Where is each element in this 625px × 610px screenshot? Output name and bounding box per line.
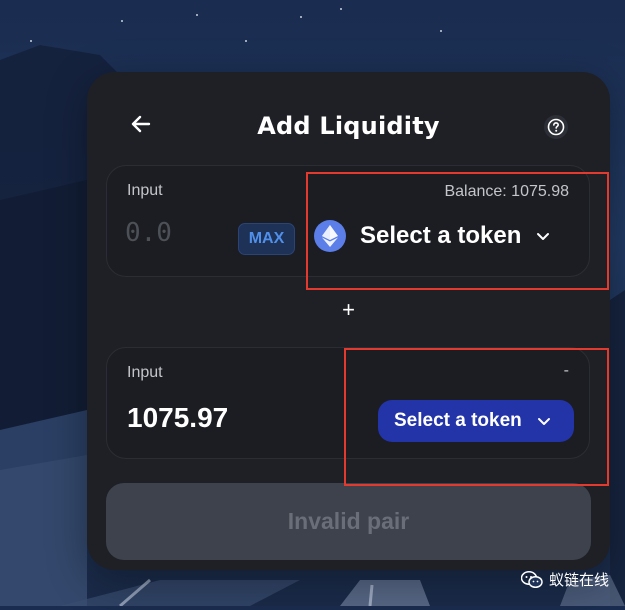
- token-select-label: Select a token: [394, 410, 522, 431]
- input-label: Input: [127, 182, 163, 199]
- max-button[interactable]: MAX: [238, 223, 295, 255]
- chevron-down-icon: [537, 418, 550, 425]
- chevron-down-icon: [537, 233, 550, 240]
- token-select-button[interactable]: Select a token: [314, 217, 551, 255]
- watermark: 蚁链在线: [520, 569, 609, 590]
- ethereum-icon: [314, 220, 346, 252]
- balance-label: -: [563, 362, 569, 379]
- token-select-button[interactable]: Select a token: [378, 400, 574, 442]
- plus-separator: +: [342, 297, 355, 322]
- help-button[interactable]: [544, 115, 568, 139]
- watermark-text: 蚁链在线: [548, 571, 609, 589]
- input-panel-b: Input - 1075.97 Select a token: [106, 347, 590, 459]
- wechat-icon: [520, 570, 543, 588]
- question-circle-icon: [547, 118, 565, 136]
- add-liquidity-modal: Add Liquidity Input Balance: 1075.98 MAX…: [87, 72, 610, 570]
- input-panel-a: Input Balance: 1075.98 MAX Select a toke…: [106, 165, 590, 277]
- amount-input[interactable]: 1075.97: [127, 402, 228, 434]
- input-label: Input: [127, 364, 163, 381]
- balance-label: Balance: 1075.98: [444, 183, 569, 200]
- invalid-pair-button[interactable]: Invalid pair: [106, 483, 591, 560]
- token-select-label: Select a token: [360, 222, 522, 249]
- amount-input[interactable]: [125, 218, 235, 248]
- page-title: Add Liquidity: [257, 112, 440, 140]
